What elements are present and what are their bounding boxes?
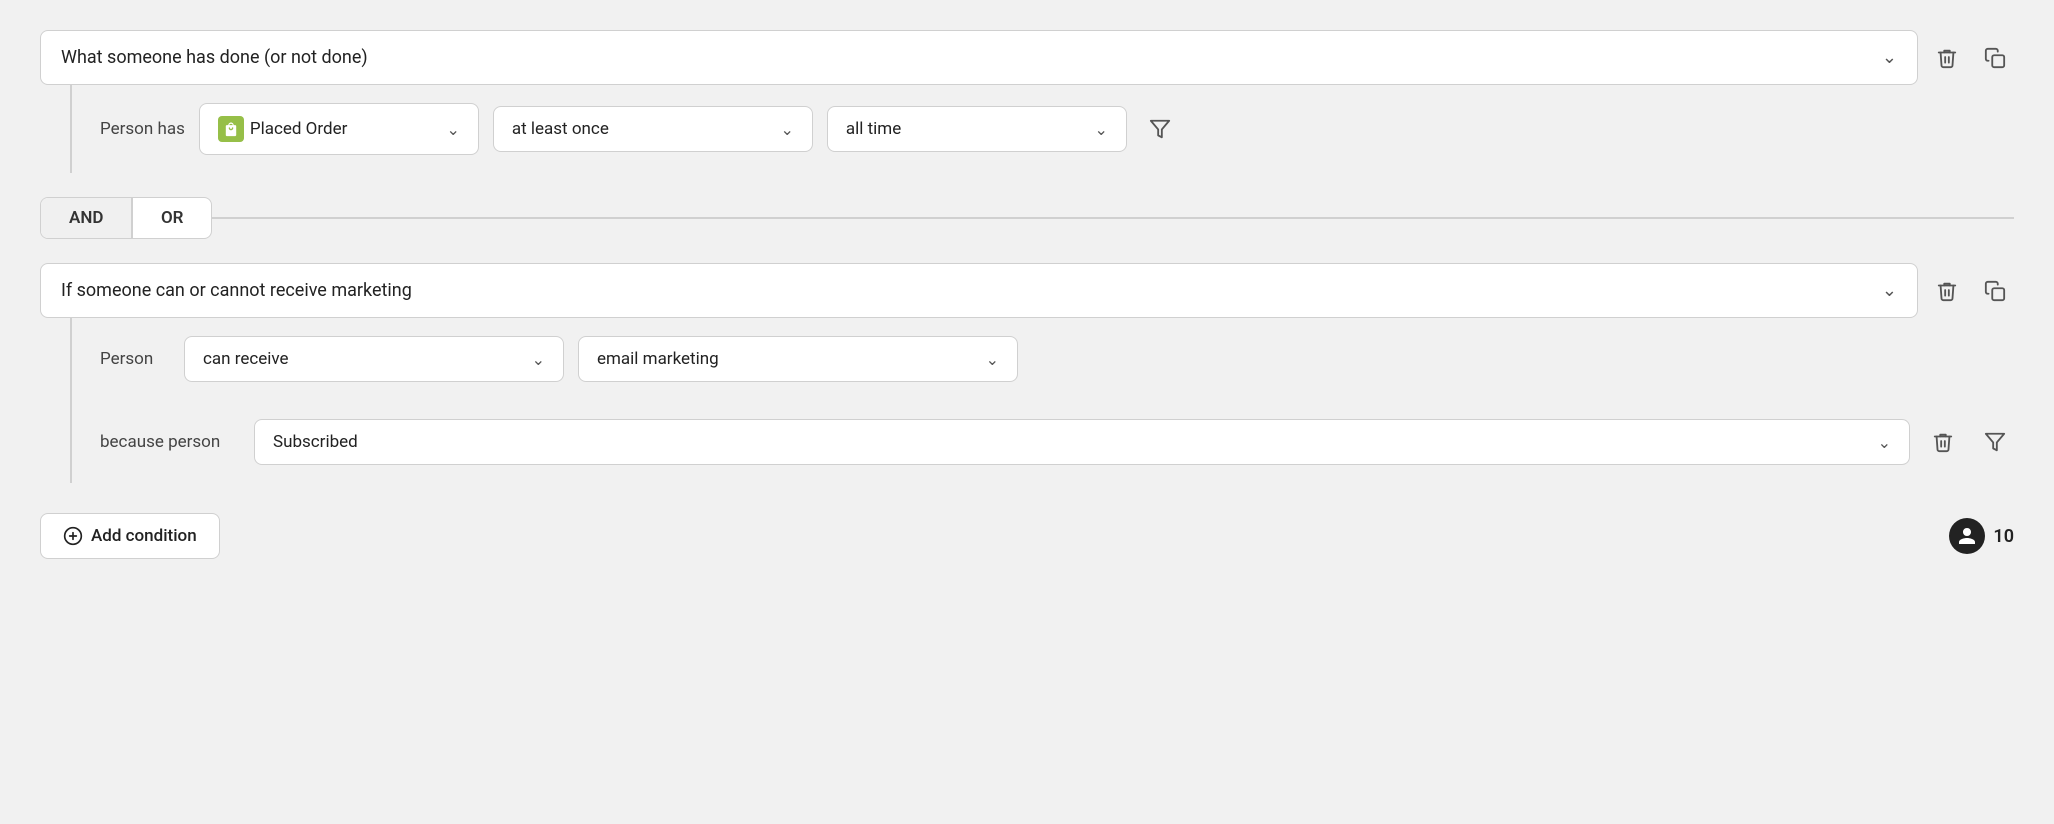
time-chevron-icon: ⌄ bbox=[1094, 120, 1107, 139]
condition-1-delete-button[interactable] bbox=[1928, 39, 1966, 77]
shopify-bag-icon bbox=[218, 116, 244, 142]
frequency-label: at least once bbox=[512, 119, 609, 139]
condition-2-header-row: If someone can or cannot receive marketi… bbox=[40, 263, 2014, 318]
add-condition-button[interactable]: Add condition bbox=[40, 513, 220, 559]
condition-2-main-select[interactable]: If someone can or cannot receive marketi… bbox=[40, 263, 1918, 318]
can-receive-chevron-icon: ⌄ bbox=[532, 350, 545, 369]
time-label: all time bbox=[846, 119, 901, 139]
subscribed-select[interactable]: Subscribed ⌄ bbox=[254, 419, 1910, 465]
user-count-badge: 10 bbox=[1949, 518, 2014, 554]
because-person-row: because person Subscribed ⌄ bbox=[100, 401, 2014, 483]
condition-1-filter-button[interactable] bbox=[1141, 110, 1179, 148]
person-has-label: Person has bbox=[100, 119, 185, 139]
user-count-number: 10 bbox=[1993, 526, 2014, 547]
condition-2-delete-button[interactable] bbox=[1928, 272, 1966, 310]
condition-1-main-select[interactable]: What someone has done (or not done) ⌄ bbox=[40, 30, 1918, 85]
because-label: because person bbox=[100, 432, 240, 452]
frequency-chevron-icon: ⌄ bbox=[780, 120, 793, 139]
condition-2-chevron-icon: ⌄ bbox=[1882, 280, 1897, 301]
copy-icon-2 bbox=[1984, 280, 2006, 302]
condition-1-header-row: What someone has done (or not done) ⌄ bbox=[40, 30, 2014, 85]
and-or-separator-line bbox=[212, 217, 2014, 219]
frequency-select[interactable]: at least once ⌄ bbox=[493, 106, 813, 152]
user-avatar-icon bbox=[1949, 518, 1985, 554]
can-receive-select[interactable]: can receive ⌄ bbox=[184, 336, 564, 382]
trash-icon bbox=[1936, 47, 1958, 69]
placed-order-select[interactable]: Placed Order ⌄ bbox=[199, 103, 479, 155]
and-or-row: AND OR bbox=[40, 197, 2014, 239]
condition-1-block: What someone has done (or not done) ⌄ bbox=[40, 30, 2014, 173]
page-container: What someone has done (or not done) ⌄ bbox=[40, 30, 2014, 559]
trash-icon-3 bbox=[1932, 431, 1954, 453]
add-condition-row: Add condition 10 bbox=[40, 513, 2014, 559]
condition-1-duplicate-button[interactable] bbox=[1976, 39, 2014, 77]
placed-order-icon-row: Placed Order bbox=[218, 116, 347, 142]
condition-2-duplicate-button[interactable] bbox=[1976, 272, 2014, 310]
person-label: Person bbox=[100, 349, 170, 369]
person-icon bbox=[1957, 526, 1977, 546]
add-condition-label: Add condition bbox=[91, 526, 197, 546]
email-marketing-select[interactable]: email marketing ⌄ bbox=[578, 336, 1018, 382]
because-delete-button[interactable] bbox=[1924, 423, 1962, 461]
placed-order-label: Placed Order bbox=[250, 119, 347, 139]
condition-2-vertical-line bbox=[70, 318, 72, 483]
because-filter-button[interactable] bbox=[1976, 423, 2014, 461]
subscribed-chevron-icon: ⌄ bbox=[1878, 433, 1891, 452]
condition-1-chevron-icon: ⌄ bbox=[1882, 47, 1897, 68]
condition-2-rows: Person can receive ⌄ email marketing ⌄ b… bbox=[100, 318, 2014, 483]
copy-icon bbox=[1984, 47, 2006, 69]
condition-1-sub-row: Person has Placed Order ⌄ at least once bbox=[100, 85, 1179, 173]
condition-2-block: If someone can or cannot receive marketi… bbox=[40, 263, 2014, 483]
trash-icon-2 bbox=[1936, 280, 1958, 302]
condition-2-main-label: If someone can or cannot receive marketi… bbox=[61, 280, 412, 301]
placed-order-chevron-icon: ⌄ bbox=[446, 120, 459, 139]
person-can-receive-row: Person can receive ⌄ email marketing ⌄ bbox=[100, 318, 2014, 401]
email-marketing-label: email marketing bbox=[597, 349, 719, 369]
filter-icon-2 bbox=[1984, 431, 2006, 453]
subscribed-label: Subscribed bbox=[273, 432, 358, 452]
time-select[interactable]: all time ⌄ bbox=[827, 106, 1127, 152]
or-button[interactable]: OR bbox=[133, 198, 212, 238]
can-receive-label: can receive bbox=[203, 349, 289, 369]
condition-1-main-label: What someone has done (or not done) bbox=[61, 47, 368, 68]
condition-1-vertical-line bbox=[70, 85, 72, 173]
condition-1-sub-container: Person has Placed Order ⌄ at least once bbox=[70, 85, 2014, 173]
and-or-toggle: AND OR bbox=[40, 197, 212, 239]
plus-circle-icon bbox=[63, 526, 83, 546]
condition-2-sub-container: Person can receive ⌄ email marketing ⌄ b… bbox=[70, 318, 2014, 483]
and-button[interactable]: AND bbox=[41, 198, 131, 238]
email-marketing-chevron-icon: ⌄ bbox=[986, 350, 999, 369]
filter-icon bbox=[1149, 118, 1171, 140]
